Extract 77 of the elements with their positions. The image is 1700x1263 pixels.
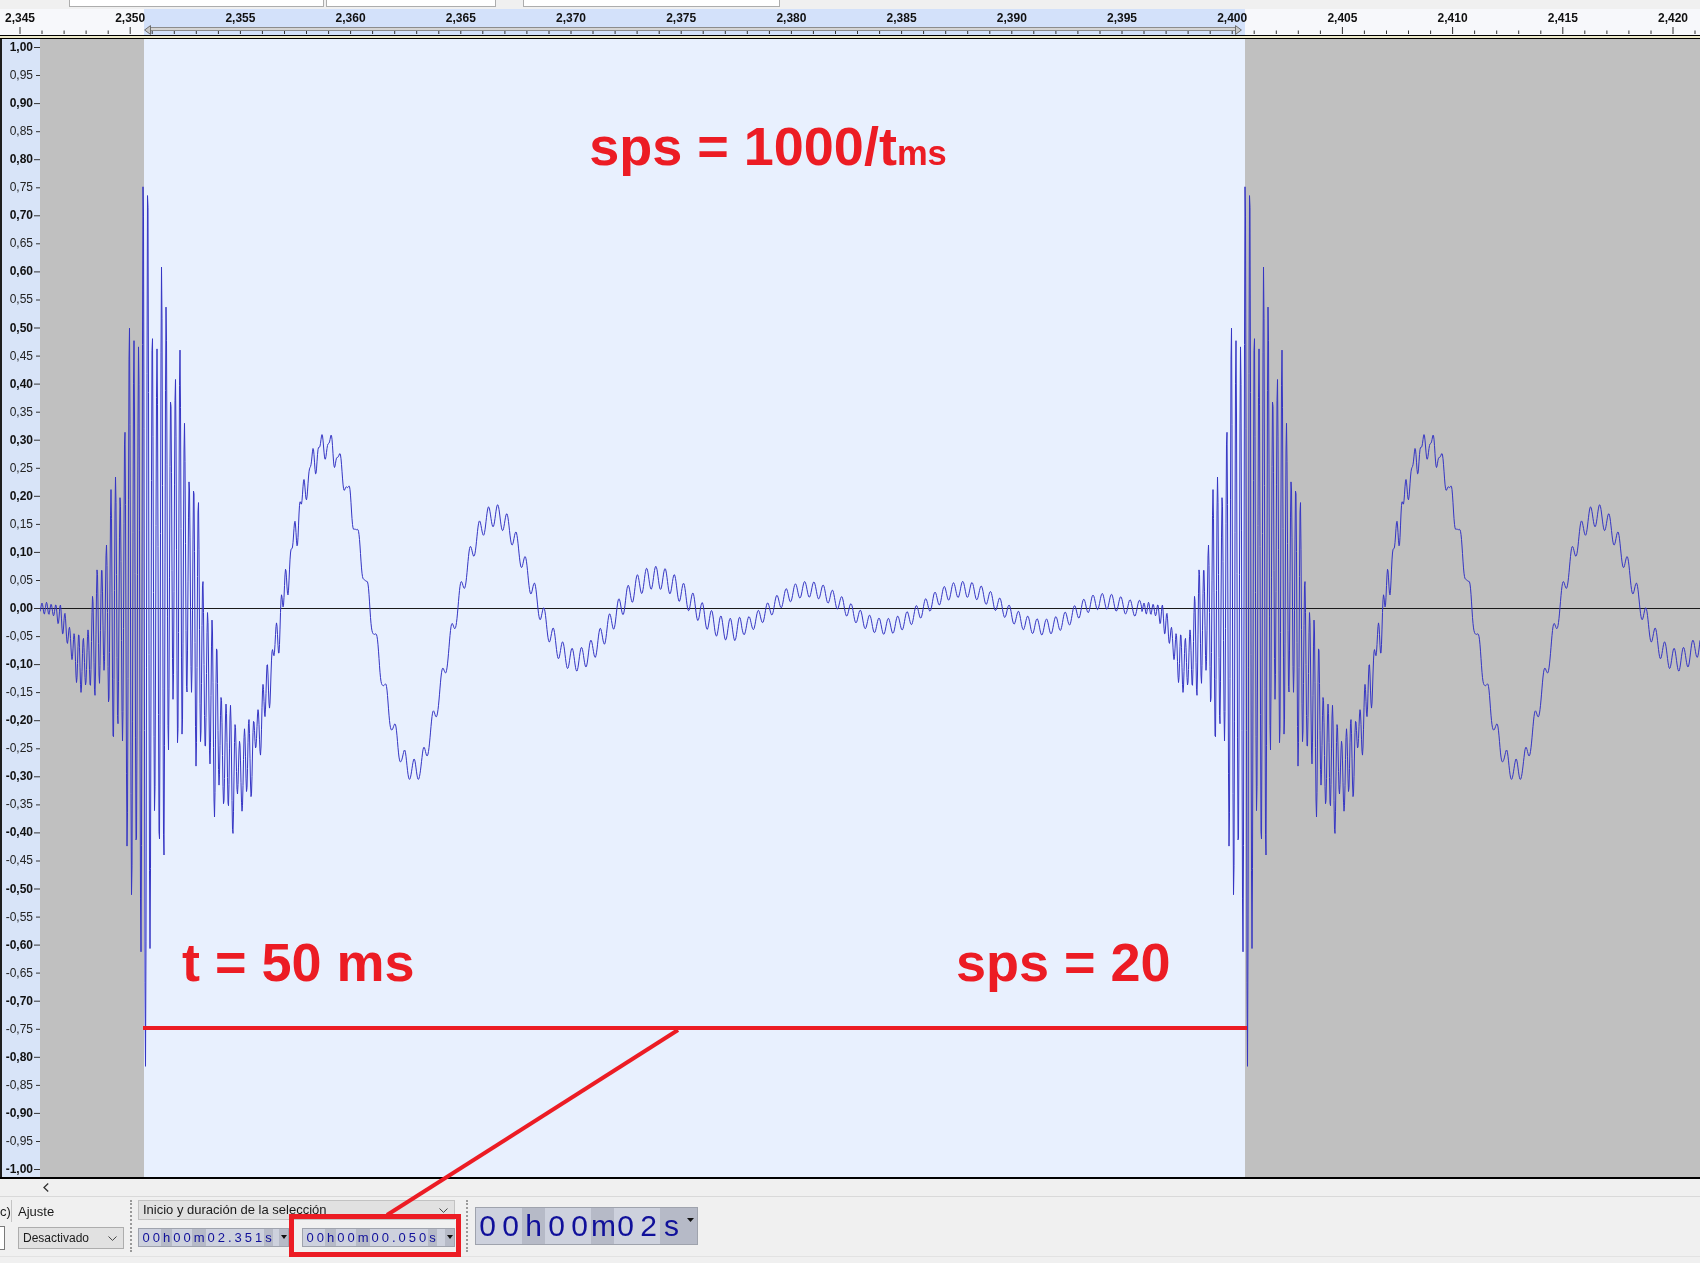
scale-label: 0,50 xyxy=(9,321,33,334)
ruler-label: 2,400 xyxy=(1217,12,1248,24)
dropdown-arrow-icon[interactable] xyxy=(280,1235,287,1239)
grip-handle[interactable] xyxy=(130,1200,133,1252)
ruler-label: 2,365 xyxy=(445,12,476,24)
scale-label: 0,30 xyxy=(9,433,33,446)
snap-label: Ajuste xyxy=(18,1205,56,1219)
scale-label: 0,10 xyxy=(9,545,33,558)
triangle-icon[interactable] xyxy=(144,25,151,35)
ruler-label: 2,380 xyxy=(776,12,807,24)
toolbar-field[interactable] xyxy=(326,0,496,7)
ruler-label: 2,375 xyxy=(666,12,697,24)
scale-label: -0,25 xyxy=(5,742,33,755)
scale-label: -0,50 xyxy=(5,882,33,895)
scale-label: -0,65 xyxy=(5,966,33,979)
dropdown-arrow-icon[interactable] xyxy=(686,1218,694,1222)
chevron-down-icon xyxy=(439,1207,448,1213)
scale-label: -0,90 xyxy=(5,1106,33,1119)
scale-label: 0,15 xyxy=(9,517,33,530)
scale-label: 0,95 xyxy=(9,69,33,82)
scale-label: -0,05 xyxy=(5,630,33,643)
scale-label: 0,45 xyxy=(9,349,33,362)
ruler-label: 2,360 xyxy=(335,12,366,24)
scale-label: -1,00 xyxy=(5,1163,33,1175)
input-field[interactable] xyxy=(0,1226,5,1250)
scale-label: 0,55 xyxy=(9,293,33,306)
ruler-label: 2,355 xyxy=(225,12,256,24)
scale-label: -0,10 xyxy=(5,658,33,671)
scale-label: 0,75 xyxy=(9,181,33,194)
ruler-label: 2,385 xyxy=(886,12,917,24)
scale-label: 0,90 xyxy=(9,97,33,110)
scale-label: -0,80 xyxy=(5,1050,33,1063)
ruler-label: 2,395 xyxy=(1107,12,1137,24)
scale-label: 0,85 xyxy=(9,125,33,138)
dropdown-arrow-icon[interactable] xyxy=(446,1235,453,1239)
scale-label: 1,00 xyxy=(9,41,33,53)
scale-label: 0,35 xyxy=(9,405,33,418)
scale-label: -0,95 xyxy=(5,1134,33,1147)
scale-label: 0,20 xyxy=(9,489,33,502)
scale-label: -0,85 xyxy=(5,1078,33,1091)
chevron-down-icon xyxy=(108,1235,117,1241)
scale-label: -0,60 xyxy=(5,938,33,951)
partial-label: c) xyxy=(0,1205,11,1219)
ruler-label: 2,345 xyxy=(5,12,35,24)
ruler-label: 2,405 xyxy=(1327,12,1358,24)
scale-label: 0,05 xyxy=(9,573,33,586)
scale-label: 0,60 xyxy=(9,265,33,278)
toolbar-field[interactable] xyxy=(69,0,324,7)
time-ruler[interactable]: 2,345 2,350 2,355 2,360 2,365 2,370 2,375 2,380 2,385 2,390 2,395 2,400 2,405 2,410 2,415 2,420 xyxy=(0,9,1700,35)
grip-handle[interactable] xyxy=(466,1200,470,1252)
chevron-left-icon[interactable] xyxy=(43,1183,49,1192)
ruler-label: 2,350 xyxy=(115,12,146,24)
scale-label: -0,45 xyxy=(5,854,33,867)
scale-label: 0,25 xyxy=(9,461,33,474)
scale-label: 0,80 xyxy=(9,153,33,166)
triangle-icon[interactable] xyxy=(1235,25,1242,35)
ruler-label: 2,410 xyxy=(1437,12,1468,24)
scale-label: -0,70 xyxy=(5,994,33,1007)
ruler-label: 2,415 xyxy=(1547,12,1578,24)
ruler-label: 2,370 xyxy=(556,12,586,24)
scale-label: -0,75 xyxy=(5,1022,33,1035)
scale-label: 0,65 xyxy=(9,237,33,250)
scale-label: 0,00 xyxy=(9,602,33,614)
toolbar-field[interactable] xyxy=(523,0,780,7)
scale-label: 0,70 xyxy=(9,209,33,222)
scale-label: -0,30 xyxy=(5,770,33,783)
scale-label: -0,55 xyxy=(5,910,33,923)
ruler-label: 2,390 xyxy=(996,12,1027,24)
scale-label: -0,15 xyxy=(5,686,33,699)
selection-bar[interactable] xyxy=(151,27,1235,31)
ruler-label: 2,420 xyxy=(1658,12,1688,24)
scale-label: -0,20 xyxy=(5,714,33,727)
scale-label: -0,40 xyxy=(5,826,33,839)
scale-label: 0,40 xyxy=(9,377,33,390)
snap-dropdown[interactable]: Desactivado xyxy=(18,1227,124,1249)
scale-label: -0,35 xyxy=(5,798,33,811)
duration-annotation: t = 50 ms xyxy=(182,935,415,989)
